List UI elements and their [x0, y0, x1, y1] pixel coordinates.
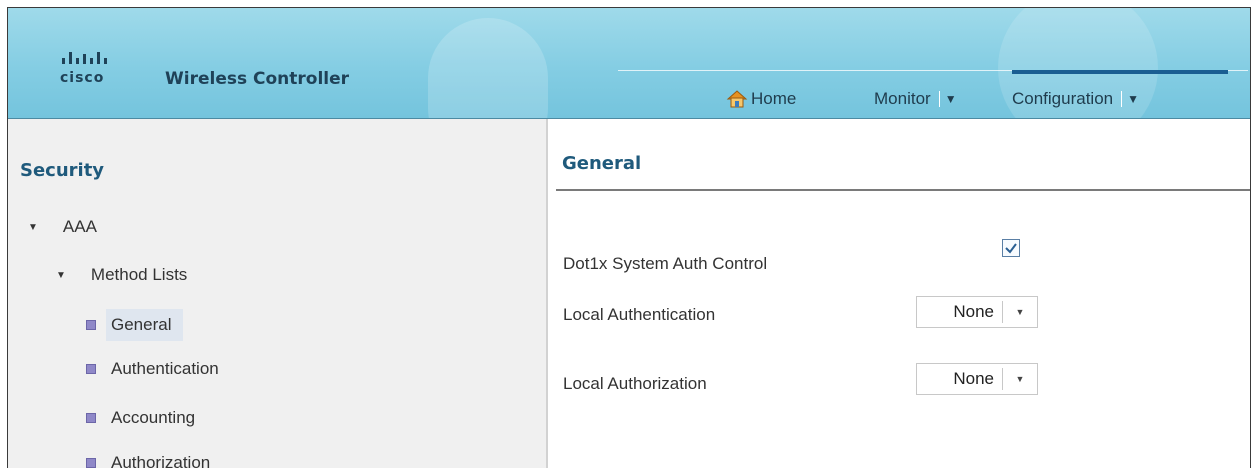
home-icon	[726, 90, 748, 108]
nav-configuration[interactable]: Configuration ▼	[1012, 70, 1228, 114]
expanded-triangle-icon[interactable]: ▼	[56, 270, 66, 281]
sidebar: Security ▼ AAA ▼ Method Lists General Au…	[8, 119, 548, 468]
tree-node-label: Method Lists	[90, 265, 188, 284]
nav-configuration-label: Configuration	[1012, 89, 1114, 108]
nav-monitor[interactable]: Monitor ▼	[874, 84, 957, 114]
caret-down-icon[interactable]: ▼	[945, 92, 957, 106]
sidebar-title: Security	[20, 160, 105, 181]
tree-leaf-label: General	[106, 309, 184, 341]
tree-leaf-label: Authorization	[111, 453, 211, 468]
header-decoration	[428, 18, 548, 118]
product-name: Wireless Controller	[165, 69, 350, 89]
active-tab-indicator	[1012, 70, 1228, 74]
nav-home[interactable]: Home	[726, 84, 796, 114]
dropdown-arrow-icon[interactable]: ▼	[1003, 374, 1037, 384]
dot1x-checkbox[interactable]	[1002, 239, 1020, 257]
local-authorization-label: Local Authorization	[563, 374, 707, 393]
tree-node-label: AAA	[62, 217, 97, 236]
leaf-square-icon	[86, 413, 96, 423]
tree-node-aaa[interactable]: ▼ AAA	[28, 217, 97, 237]
leaf-square-icon	[86, 458, 96, 468]
select-value: None	[953, 369, 994, 388]
expanded-triangle-icon[interactable]: ▼	[28, 222, 38, 233]
dot1x-label: Dot1x System Auth Control	[563, 254, 768, 273]
title-divider	[556, 189, 1250, 191]
content-panel: General Dot1x System Auth Control Local …	[548, 119, 1250, 468]
cisco-wordmark: cisco	[60, 70, 105, 86]
page-title: General	[562, 153, 642, 174]
app-window: cisco Wireless Controller Home Monitor ▼…	[7, 7, 1251, 468]
tree-leaf-authorization[interactable]: Authorization	[86, 453, 210, 468]
local-authorization-select[interactable]: None ▼	[916, 363, 1038, 395]
tree-leaf-general[interactable]: General	[86, 309, 184, 341]
leaf-square-icon	[86, 364, 96, 374]
local-authentication-label: Local Authentication	[563, 305, 716, 324]
nav-monitor-label: Monitor	[874, 89, 931, 108]
nav-separator	[1121, 91, 1123, 107]
leaf-square-icon	[86, 320, 96, 330]
tree-leaf-label: Authentication	[111, 359, 219, 378]
tree-leaf-authentication[interactable]: Authentication	[86, 359, 219, 379]
cisco-bars-icon	[62, 52, 107, 64]
tree-leaf-accounting[interactable]: Accounting	[86, 408, 195, 428]
checkmark-icon	[1005, 243, 1017, 254]
tree-leaf-label: Accounting	[111, 408, 196, 427]
nav-home-label: Home	[751, 89, 797, 108]
local-authentication-select[interactable]: None ▼	[916, 296, 1038, 328]
select-value: None	[953, 302, 994, 321]
header-bar: cisco Wireless Controller Home Monitor ▼…	[8, 8, 1250, 119]
nav-separator	[938, 91, 940, 107]
caret-down-icon[interactable]: ▼	[1127, 92, 1139, 106]
dropdown-arrow-icon[interactable]: ▼	[1003, 307, 1037, 317]
tree-node-method-lists[interactable]: ▼ Method Lists	[56, 265, 187, 285]
